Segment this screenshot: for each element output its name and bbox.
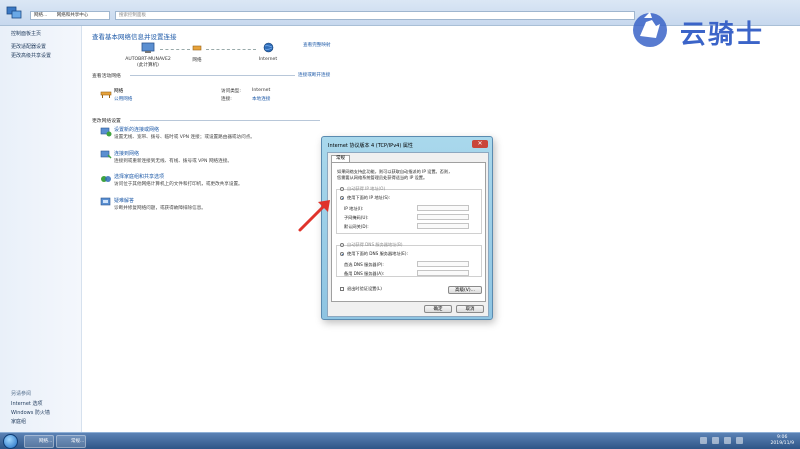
address-label: 网络... (34, 13, 48, 18)
computer-icon (141, 42, 155, 53)
task-setup-connection[interactable]: 设置新的连接或网络 (114, 126, 159, 133)
alternate-dns-input[interactable] (417, 270, 469, 276)
subnet-mask-label: 子网掩码(U): (344, 215, 369, 220)
tray-network-icon[interactable] (700, 437, 707, 444)
subnet-mask-input[interactable] (417, 214, 469, 220)
homegroup-icon (101, 176, 111, 182)
ip-address-input[interactable] (417, 205, 469, 211)
connect-disconnect-link[interactable]: 连接或断开连接 (298, 72, 330, 78)
network-icon (192, 45, 202, 51)
alternate-dns-label: 备用 DNS 服务器(A): (344, 271, 385, 276)
auto-ip-radio[interactable] (340, 187, 344, 191)
active-networks-title: 查看活动网络 (92, 74, 121, 79)
access-type-label: 访问类型: (221, 89, 241, 94)
troubleshoot-icon (100, 197, 111, 206)
task-setup-connection-desc: 设置无线、宽带、拨号、临时或 VPN 连接；或设置路由器或访问点。 (114, 135, 255, 140)
manual-ip-label: 使用下面的 IP 地址(S): (347, 195, 391, 200)
taskbar-general-button[interactable]: 常规... (56, 435, 86, 448)
preferred-dns-input[interactable] (417, 261, 469, 267)
map-connector (206, 49, 256, 50)
address-bar[interactable]: 网络... 网络和共享中心 (30, 11, 110, 20)
gateway-input[interactable] (417, 223, 469, 229)
ok-button[interactable]: 确定 (424, 305, 452, 313)
change-advanced-sharing-link[interactable]: 更改高级共享设置 (11, 52, 51, 59)
auto-dns-radio[interactable] (340, 243, 344, 247)
map-connector (160, 49, 190, 50)
bench-network-icon (100, 91, 112, 98)
new-connection-icon (100, 127, 112, 137)
taskbar-network-button[interactable]: 网络... (24, 435, 54, 448)
start-button[interactable] (3, 434, 18, 449)
section-divider (130, 120, 320, 121)
full-map-link[interactable]: 查看完整映射 (303, 42, 331, 48)
network-type-link[interactable]: 公用网络 (114, 96, 132, 102)
change-adapter-settings-link[interactable]: 更改适配器设置 (11, 43, 46, 50)
map-network-label: 网络 (192, 58, 202, 63)
connect-network-icon (100, 150, 112, 159)
task-troubleshoot[interactable]: 疑难解答 (114, 197, 134, 204)
taskbar: 网络... 常规... 9:06 2019/11/9 (0, 432, 800, 449)
red-arrow-icon (298, 200, 330, 232)
change-settings-title: 更改网络设置 (92, 119, 121, 124)
description-line-2: 您需要从网络系统管理员处获得适当的 IP 设置。 (337, 175, 428, 180)
advanced-button[interactable]: 高级(V)... (448, 286, 482, 294)
left-pane: 控制面板主页 更改适配器设置 更改高级共享设置 另请参阅 Internet 选项… (0, 26, 82, 432)
connections-label: 连接: (221, 97, 232, 102)
clock-date: 2019/11/9 (770, 441, 794, 446)
general-panel: 如果网络支持此功能，则可以获取自动指派的 IP 设置。否则， 您需要从网络系统管… (331, 162, 486, 302)
computer-sub-label: (此计算机) (137, 63, 159, 68)
ip-address-label: IP 地址(I): (344, 206, 364, 211)
tray-input-icon[interactable] (736, 437, 743, 444)
section-divider (130, 75, 295, 76)
search-input[interactable]: 搜索控制面板 (115, 11, 635, 20)
local-connection-link[interactable]: 本地连接 (252, 96, 270, 102)
map-internet-label: Internet (258, 57, 278, 62)
tray-volume-icon[interactable] (712, 437, 719, 444)
validate-label: 退出时验证设置(L) (347, 286, 382, 291)
gateway-label: 默认网关(D): (344, 224, 369, 229)
homegroup-link[interactable]: 家庭组 (11, 418, 26, 425)
clock[interactable]: 9:06 2019/11/9 (770, 435, 794, 447)
control-panel-home-link[interactable]: 控制面板主页 (11, 30, 41, 37)
task-troubleshoot-desc: 诊断并修复网络问题，或获得故障排除信息。 (114, 206, 206, 211)
network-name: 网络 (114, 89, 124, 94)
dialog-body: 常规 如果网络支持此功能，则可以获取自动指派的 IP 设置。否则， 您需要从网络… (327, 152, 489, 317)
preferred-dns-label: 首选 DNS 服务器(P): (344, 262, 384, 267)
see-also-title: 另请参阅 (11, 391, 32, 397)
map-computer-label: AUTOBRT-MUNAVE2 (此计算机) (118, 57, 178, 68)
task-connect-network-desc: 连接到或重新连接到无线、有线、拨号或 VPN 网络连接。 (114, 159, 232, 164)
ipv4-properties-dialog: Internet 协议版本 4 (TCP/IPv4) 属性 ✕ 常规 如果网络支… (321, 136, 493, 320)
manual-ip-radio[interactable] (340, 196, 344, 200)
globe-icon (263, 42, 274, 53)
page-title: 查看基本网络信息并设置连接 (92, 33, 177, 41)
internet-options-link[interactable]: Internet 选项 (11, 400, 42, 407)
tab-general[interactable]: 常规 (331, 155, 350, 162)
task-connect-network[interactable]: 连接到网络 (114, 150, 139, 157)
manual-dns-label: 使用下面的 DNS 服务器地址(E): (347, 251, 408, 256)
manual-dns-radio[interactable] (340, 252, 344, 256)
dialog-title: Internet 协议版本 4 (TCP/IPv4) 属性 (328, 143, 413, 149)
validate-checkbox[interactable] (340, 287, 344, 291)
network-window-icon (6, 6, 22, 19)
logo-text: 云骑士 (680, 20, 765, 50)
address-path: 网络和共享中心 (56, 13, 89, 18)
tray-flag-icon[interactable] (724, 437, 731, 444)
windows-firewall-link[interactable]: Windows 防火墙 (11, 409, 50, 416)
auto-dns-label: 自动获得 DNS 服务器地址(B) (347, 242, 403, 247)
close-button[interactable]: ✕ (472, 140, 488, 148)
auto-ip-label: 自动获得 IP 地址(O) (347, 186, 386, 191)
cancel-button[interactable]: 取消 (456, 305, 484, 313)
task-homegroup-sharing-desc: 访问位于其他网络计算机上的文件和打印机，或更改共享设置。 (114, 182, 243, 187)
access-type-value: Internet (252, 88, 271, 93)
task-homegroup-sharing[interactable]: 选择家庭组和共享选项 (114, 173, 164, 180)
